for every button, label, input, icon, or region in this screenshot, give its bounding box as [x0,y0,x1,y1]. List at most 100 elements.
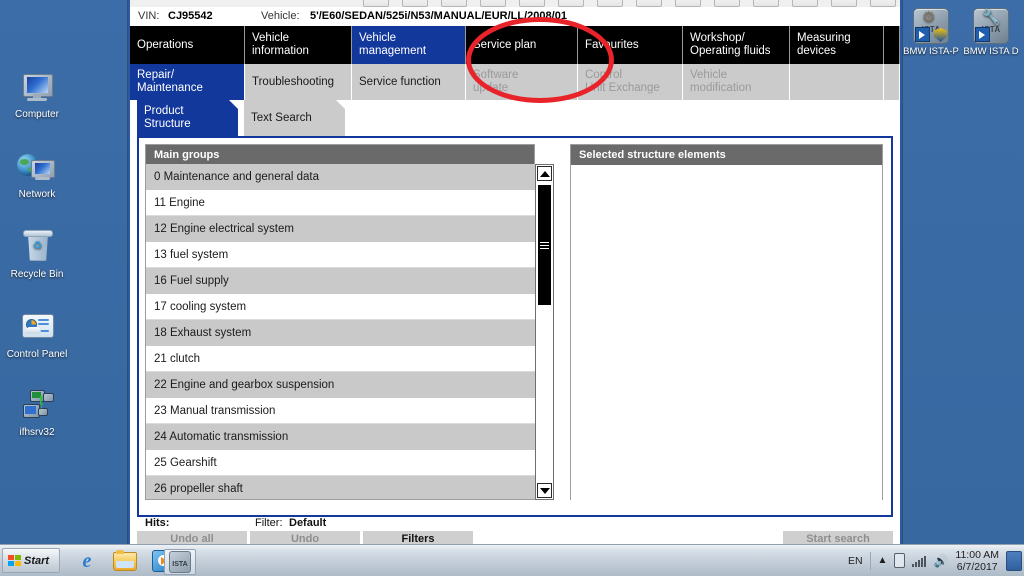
desktop-icon-computer[interactable]: Computer [0,72,74,120]
show-hidden-icons-arrow[interactable]: ▲ [878,555,888,566]
system-tray: EN ▲ 🔊 11:00 AM 6/7/2017 [848,548,1022,573]
desktop-icon-label: BMW ISTA-P [903,46,959,57]
tab-control-unit-exchange: Control Unit Exchange [578,64,683,100]
list-item[interactable]: 26 propeller shaft [146,476,535,499]
tab-vehicle-management[interactable]: Vehicle management [352,26,466,64]
tab-measuring-devices[interactable]: Measuring devices [790,26,884,64]
desktop-icon-label: Computer [15,109,59,120]
desktop-icon-control-panel[interactable]: Control Panel [0,312,74,360]
show-desktop-button[interactable] [1006,550,1022,571]
windows-flag-icon [8,554,21,567]
clock[interactable]: 11:00 AM 6/7/2017 [955,549,999,573]
list-item-label: 16 Fuel supply [154,274,229,287]
tab-text-search[interactable]: Text Search [244,100,345,136]
selected-structure-list[interactable] [571,165,882,500]
tab-troubleshooting[interactable]: Troubleshooting [245,64,352,100]
list-item[interactable]: 22 Engine and gearbox suspension [146,372,535,398]
vehicle-info-bar: VIN: CJ95542 Vehicle: 5'/E60/SEDAN/525i/… [130,7,900,26]
filter-label: Filter: [255,517,283,529]
desktop-icon-ifhsrv32[interactable]: ifhsrv32 [0,390,74,438]
tab-label: Repair/Maintenance [137,69,203,94]
tab-service-function[interactable]: Service function [352,64,466,100]
tab-sub-overflow [884,64,900,100]
sub-tab-row: Repair/Maintenance Troubleshooting Servi… [130,64,900,100]
tab-label: Service plan [473,38,537,51]
taskbar-windows-explorer[interactable] [110,549,140,573]
clock-time: 11:00 AM [955,548,999,561]
tab-vehicle-information[interactable]: Vehicle information [245,26,352,64]
list-item-label: 13 fuel system [154,248,229,261]
main-groups-list-wrap: 0 Maintenance and general data 11 Engine… [145,164,554,500]
scroll-up-arrow-icon[interactable] [537,166,552,181]
list-item[interactable]: 16 Fuel supply [146,268,535,294]
internet-explorer-icon: e [82,549,92,572]
bmw-ista-p-icon: ⚙ ISTA [913,8,949,44]
start-button[interactable]: Start [2,548,60,573]
scrollbar-thumb[interactable] [538,185,551,305]
list-item-label: 23 Manual transmission [154,404,276,417]
list-scrollbar[interactable] [535,164,554,500]
vehicle-value: 5'/E60/SEDAN/525i/N53/MANUAL/EUR/LL/2008… [310,10,567,22]
main-groups-list[interactable]: 0 Maintenance and general data 11 Engine… [145,164,535,500]
tab-vehicle-modification: Vehicle modification [683,64,790,100]
scroll-down-arrow-icon[interactable] [537,483,552,498]
taskbar-ista-app[interactable]: ISTA [164,549,196,575]
desktop-icon-bmw-ista-d[interactable]: 🔧 ISTA BMW ISTA D [960,8,1022,57]
list-item-label: 21 clutch [154,352,201,365]
tab-label: Favourites [585,38,639,51]
desktop-icon-network[interactable]: Network [0,152,74,200]
desktop-icon-label: ifhsrv32 [19,427,55,438]
list-item[interactable]: 18 Exhaust system [146,320,535,346]
list-item-label: 18 Exhaust system [154,326,252,339]
list-item[interactable]: 24 Automatic transmission [146,424,535,450]
network-icon [17,152,57,186]
panel-header-label: Selected structure elements [579,149,726,161]
tab-repair-maintenance[interactable]: Repair/Maintenance [130,64,245,100]
desktop-icon-label: BMW ISTA D [963,46,1019,57]
tab-operations[interactable]: Operations [130,26,245,64]
tab-favourites[interactable]: Favourites [578,26,683,64]
removable-media-icon[interactable] [894,553,906,568]
tab-label: Software update [473,69,519,94]
list-item[interactable]: 13 fuel system [146,242,535,268]
filter-value: Default [289,517,327,529]
start-label: Start [24,554,50,567]
list-item[interactable]: 23 Manual transmission [146,398,535,424]
desktop-icon-recycle-bin[interactable]: ♻ Recycle Bin [0,230,74,280]
volume-icon[interactable]: 🔊 [933,554,948,568]
status-row: Hits: Filter: Default [137,517,893,531]
taskbar-internet-explorer[interactable]: e [72,549,102,573]
panel-header-label: Main groups [154,148,220,161]
tab-service-plan[interactable]: Service plan [466,26,578,64]
list-item-label: 25 Gearshift [154,456,217,469]
tab-label: Product Structure [144,105,191,130]
desktop-icon-label: Network [18,189,56,200]
list-item-label: 22 Engine and gearbox suspension [154,378,335,391]
button-label: Undo all [170,532,214,545]
desktop-icon-bmw-ista-p[interactable]: ⚙ ISTA BMW ISTA-P [900,8,962,57]
server-shortcut-icon [17,390,57,424]
tab-label: Operations [137,38,194,51]
language-indicator[interactable]: EN [848,555,863,567]
tab-workshop-operating-fluids[interactable]: Workshop/Operating fluids [683,26,790,64]
button-label: Start search [806,532,870,545]
tab-label: Vehicle modification [690,69,752,94]
tab-overflow[interactable] [884,26,900,64]
network-signal-icon[interactable] [912,555,927,567]
ista-application-window: VIN: CJ95542 Vehicle: 5'/E60/SEDAN/525i/… [128,0,902,546]
list-item[interactable]: 21 clutch [146,346,535,372]
selected-structure-elements-panel: Selected structure elements [570,144,883,500]
list-item[interactable]: 25 Gearshift [146,450,535,476]
list-item[interactable]: 17 cooling system [146,294,535,320]
button-label: Undo [290,532,320,545]
tab-product-structure[interactable]: Product Structure [137,100,238,136]
recycle-bin-icon: ♻ [17,230,57,266]
tab-software-update: Software update [466,64,578,100]
list-item[interactable]: 0 Maintenance and general data [146,164,535,190]
list-item[interactable]: 11 Engine [146,190,535,216]
desktop-icon-label: Control Panel [6,349,68,360]
desktop-icon-label: Recycle Bin [10,269,64,280]
list-item[interactable]: 12 Engine electrical system [146,216,535,242]
tab-label: Service function [359,75,441,88]
tray-separator [869,551,871,570]
